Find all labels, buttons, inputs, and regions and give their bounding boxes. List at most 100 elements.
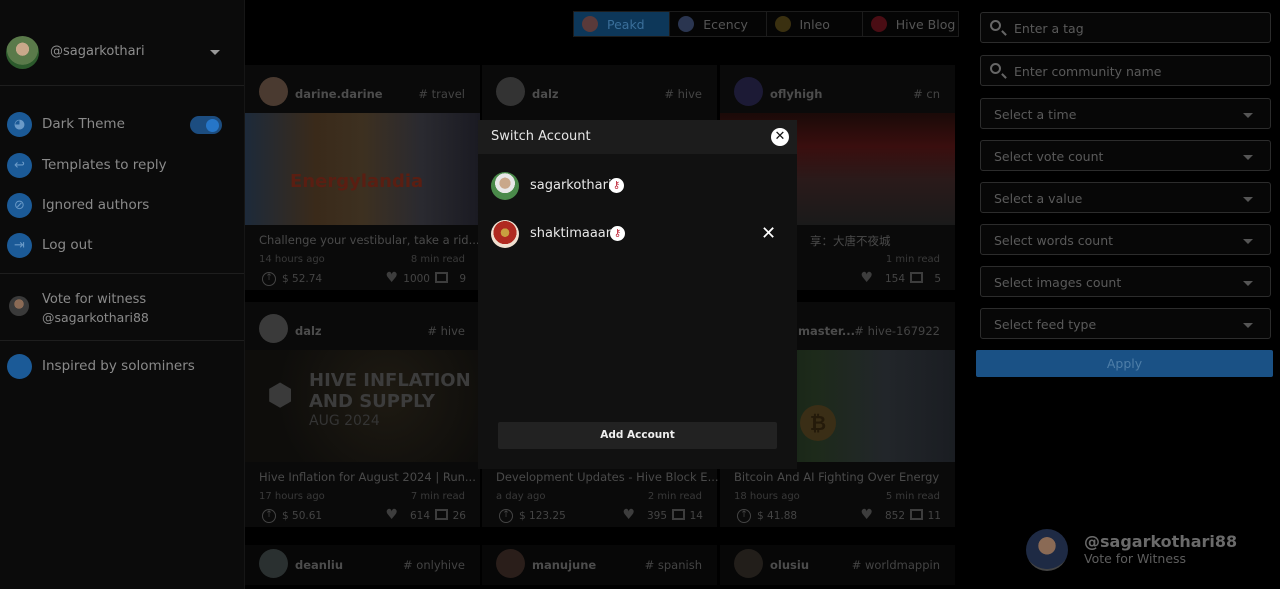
select-placeholder: Select a time (994, 107, 1077, 122)
post-card[interactable]: olusiu # worldmappin (720, 545, 955, 585)
payout: $ 41.88 (757, 510, 798, 522)
apply-button[interactable]: Apply (976, 350, 1273, 377)
post-author[interactable]: oflyhigh (770, 87, 822, 101)
post-tag[interactable]: # cn (913, 87, 940, 101)
close-icon[interactable]: ✕ (771, 128, 789, 146)
sidebar-item-label: Inspired by solominers (42, 358, 195, 374)
words-count-select[interactable]: Select words count (980, 224, 1271, 255)
post-card[interactable]: manujune # spanish (482, 545, 717, 585)
feed-type-select[interactable]: Select feed type (980, 308, 1271, 339)
post-title[interactable]: Hive Inflation for August 2024 | Run... (259, 470, 476, 484)
vote-witness-banner[interactable]: @sagarkothari88 Vote for Witness (1026, 529, 1266, 571)
vote-count-select[interactable]: Select vote count (980, 140, 1271, 171)
divider (0, 340, 244, 341)
post-tag[interactable]: # travel (418, 87, 465, 101)
comment-icon[interactable] (435, 509, 448, 520)
witness-username: @sagarkothari88 (1084, 532, 1238, 551)
witness-label: Vote for witness (42, 292, 147, 307)
post-thumbnail[interactable]: ⬢ HIVE INFLATION AND SUPPLY AUG 2024 (245, 350, 480, 462)
tab-label: Hive Blog (895, 16, 956, 32)
post-card[interactable]: darine.darine # travel Energylandia Chal… (245, 65, 480, 290)
post-title[interactable]: Development Updates - Hive Block E... (496, 470, 719, 484)
tab-label: Inleo (799, 16, 830, 32)
dropdown-arrow-icon (1243, 197, 1253, 202)
tab-ecency[interactable]: Ecency (670, 12, 767, 36)
post-title[interactable]: Bitcoin And AI Fighting Over Energy (734, 470, 939, 484)
sidebar: @sagarkothari ◕ Dark Theme ↩ Templates t… (0, 0, 245, 589)
post-author[interactable]: darine.darine (295, 87, 383, 101)
sidebar-item-label: Dark Theme (42, 116, 125, 132)
account-avatar (491, 220, 519, 248)
sidebar-item-dark-theme[interactable]: ◕ Dark Theme (0, 110, 244, 140)
post-title[interactable]: Challenge your vestibular, take a rid... (259, 233, 480, 247)
ignored-user-icon: ⊘ (7, 193, 32, 218)
post-tag[interactable]: # hive (427, 324, 465, 338)
sidebar-item-label: Ignored authors (42, 197, 150, 213)
post-time: 17 hours ago (259, 491, 325, 502)
comment-count: 9 (459, 273, 466, 285)
add-account-button[interactable]: Add Account (498, 422, 777, 449)
profile-header[interactable]: @sagarkothari (0, 0, 244, 86)
post-author[interactable]: deanliu (295, 558, 343, 572)
chevron-down-icon[interactable] (210, 50, 220, 55)
tab-inleo[interactable]: Inleo (766, 12, 863, 36)
key-icon: ⚷ (610, 226, 625, 241)
post-tag[interactable]: # spanish (645, 558, 702, 572)
post-tag[interactable]: # hive (664, 87, 702, 101)
post-author[interactable]: dalz (532, 87, 559, 101)
input-placeholder: Enter a tag (1014, 21, 1084, 36)
images-count-select[interactable]: Select images count (980, 266, 1271, 297)
tab-hive-blog[interactable]: Hive Blog (862, 12, 958, 36)
sidebar-item-logout[interactable]: ⇥ Log out (0, 231, 244, 261)
heart-icon[interactable]: ♥ (385, 507, 398, 523)
upvote-icon[interactable]: ↑ (262, 509, 276, 523)
comment-icon[interactable] (910, 272, 923, 283)
value-select[interactable]: Select a value (980, 182, 1271, 213)
post-card[interactable]: dalz # hive ⬢ HIVE INFLATION AND SUPPLY … (245, 302, 480, 527)
upvote-icon[interactable]: ↑ (262, 272, 276, 286)
vote-count: 852 (884, 510, 905, 522)
account-item[interactable]: sagarkothari ⚷ (478, 172, 797, 202)
witness-label: Vote for Witness (1084, 551, 1187, 566)
post-tag[interactable]: # hive-167922 (854, 324, 940, 338)
comment-icon[interactable] (672, 509, 685, 520)
dropdown-arrow-icon (1243, 323, 1253, 328)
heart-icon[interactable]: ♥ (622, 507, 635, 523)
read-time: 2 min read (647, 491, 702, 502)
modal-title: Switch Account (491, 129, 591, 144)
sidebar-item-templates[interactable]: ↩ Templates to reply (0, 151, 244, 181)
upvote-icon[interactable]: ↑ (737, 509, 751, 523)
profile-username: @sagarkothari (50, 44, 145, 59)
post-author[interactable]: dalz (295, 324, 322, 338)
tag-search-input[interactable]: Enter a tag (980, 12, 1271, 43)
tab-peakd[interactable]: Peakd (574, 12, 671, 36)
comment-icon[interactable] (910, 509, 923, 520)
post-thumbnail[interactable]: Energylandia (245, 113, 480, 225)
post-author[interactable]: master... (798, 324, 855, 338)
dropdown-arrow-icon (1243, 239, 1253, 244)
sidebar-item-ignored-authors[interactable]: ⊘ Ignored authors (0, 191, 244, 221)
post-author[interactable]: manujune (532, 558, 596, 572)
comment-icon[interactable] (435, 272, 448, 283)
post-card[interactable]: deanliu # onlyhive (245, 545, 480, 585)
upvote-icon[interactable]: ↑ (499, 509, 513, 523)
sidebar-item-inspired[interactable]: Inspired by solominers (0, 352, 244, 382)
post-tag[interactable]: # onlyhive (403, 558, 465, 572)
sidebar-vote-witness[interactable]: Vote for witness @sagarkothari88 (0, 288, 244, 338)
post-time: 18 hours ago (734, 491, 800, 502)
heart-icon[interactable]: ♥ (385, 270, 398, 286)
hive-blog-icon (870, 16, 887, 32)
remove-account-icon[interactable]: ✕ (761, 223, 776, 244)
account-item[interactable]: shaktimaaan ⚷ ✕ (478, 220, 797, 250)
time-select[interactable]: Select a time (980, 98, 1271, 129)
heart-icon[interactable]: ♥ (860, 270, 873, 286)
author-avatar (259, 314, 288, 343)
post-title[interactable]: 享：大唐不夜城 (810, 233, 891, 249)
divider (0, 273, 244, 274)
community-search-input[interactable]: Enter community name (980, 55, 1271, 86)
post-tag[interactable]: # worldmappin (852, 558, 940, 572)
heart-icon[interactable]: ♥ (860, 507, 873, 523)
logout-icon: ⇥ (7, 233, 32, 258)
post-author[interactable]: olusiu (770, 558, 809, 572)
dark-theme-toggle[interactable] (190, 116, 222, 134)
